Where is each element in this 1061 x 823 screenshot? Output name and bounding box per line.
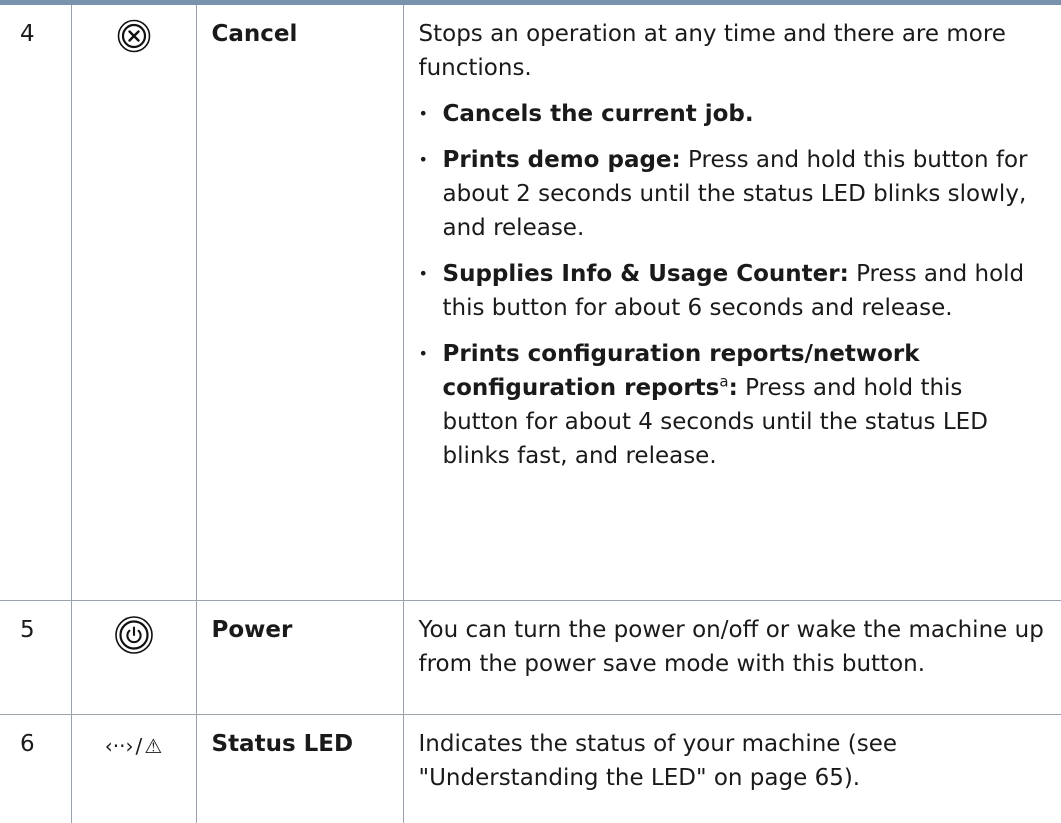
button-name: Status LED [196, 715, 403, 823]
description-intro: Stops an operation at any time and there… [419, 17, 1046, 85]
table-row: 4 Cancel Stops an operation at any time … [0, 5, 1061, 601]
power-icon [114, 615, 154, 655]
button-name: Power [196, 601, 403, 715]
table-row: 6 ‹··›/⚠ Status LED Indicates the status… [0, 715, 1061, 823]
function-title: Cancels the current job. [443, 101, 754, 127]
function-list: Cancels the current job. Prints demo pag… [419, 97, 1046, 473]
cancel-x-circle-icon [117, 19, 151, 53]
list-item: Prints demo page: Press and hold this bu… [419, 143, 1046, 245]
row-number: 5 [0, 601, 71, 715]
button-description: Stops an operation at any time and there… [403, 5, 1061, 601]
network-arrows-icon: ‹··› [105, 729, 134, 763]
function-title: Supplies Info & Usage Counter: [443, 261, 849, 287]
icon-cell [71, 5, 196, 601]
list-item: Supplies Info & Usage Counter: Press and… [419, 257, 1046, 325]
button-description: Indicates the status of your machine (se… [403, 715, 1061, 823]
icon-cell: ‹··›/⚠ [71, 715, 196, 823]
warning-triangle-icon: ⚠ [144, 729, 162, 763]
list-item: Cancels the current job. [419, 97, 1046, 131]
status-led-icon: ‹··›/⚠ [105, 729, 162, 763]
row-number: 4 [0, 5, 71, 601]
list-item: Prints configuration reports/network con… [419, 337, 1046, 473]
row-number: 6 [0, 715, 71, 823]
icon-cell [71, 601, 196, 715]
button-name: Cancel [196, 5, 403, 601]
control-panel-table: 4 Cancel Stops an operation at any time … [0, 5, 1061, 823]
button-description: You can turn the power on/off or wake th… [403, 601, 1061, 715]
function-title-colon: : [729, 375, 738, 401]
footnote-marker: a [719, 372, 728, 390]
icon-separator: / [136, 729, 143, 763]
table-row: 5 Power You can turn the power on/off or… [0, 601, 1061, 715]
function-title: Prints demo page: [443, 147, 681, 173]
